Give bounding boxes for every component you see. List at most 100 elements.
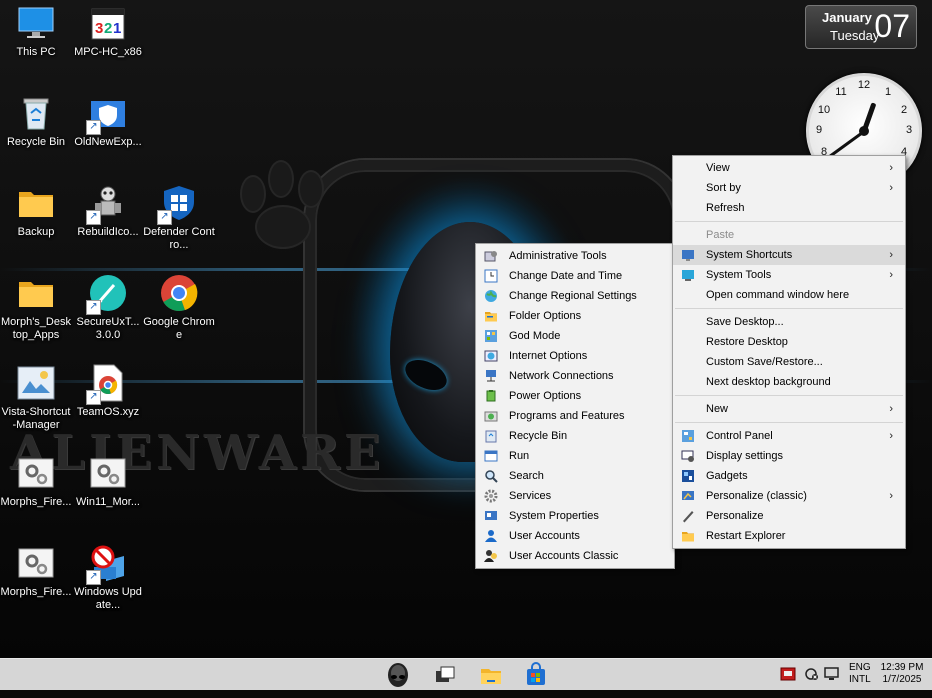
- menu-item-save-desktop[interactable]: Save Desktop...: [673, 312, 905, 332]
- menu-item-control-panel[interactable]: Control Panel ›: [673, 426, 905, 446]
- pen-icon: [681, 509, 695, 523]
- desktop-icon[interactable]: Vista-Shortcut-Manager: [0, 363, 72, 432]
- paw-print: [298, 170, 324, 208]
- menu-item-open-command-window-here[interactable]: Open command window here: [673, 285, 905, 305]
- desktop-icon-label: MPC-HC_x86: [74, 46, 142, 58]
- menu-item-personalize-classic[interactable]: Personalize (classic) ›: [673, 486, 905, 506]
- menu-item-next-desktop-background[interactable]: Next desktop background: [673, 372, 905, 392]
- store-icon[interactable]: [523, 662, 549, 688]
- menu-item-label: User Accounts: [509, 530, 580, 542]
- run-icon: [484, 449, 498, 463]
- menu-item-label: Display settings: [706, 450, 784, 462]
- network-status-icon[interactable]: [804, 667, 820, 698]
- desktop-icon[interactable]: Backup: [0, 183, 72, 239]
- desktop-icon[interactable]: Morph's_Desktop_Apps: [0, 273, 72, 342]
- admin-tools-icon: [484, 249, 498, 263]
- menu-item-label: Personalize: [706, 510, 764, 522]
- system-shortcuts-icon: [681, 248, 695, 262]
- menu-item-services[interactable]: Services: [476, 486, 674, 506]
- desktop-icon[interactable]: Recycle Bin: [0, 93, 72, 149]
- chevron-right-icon: ›: [889, 269, 893, 281]
- desktop-icon-label: Defender Contro...: [143, 226, 215, 251]
- menu-item-label: Search: [509, 470, 544, 482]
- language-code: ENG: [849, 662, 871, 673]
- alien-eye: [400, 353, 452, 397]
- menu-item-label: View: [706, 162, 730, 174]
- menu-item-recycle-bin[interactable]: Recycle Bin: [476, 426, 674, 446]
- menu-item-run[interactable]: Run: [476, 446, 674, 466]
- calendar-gadget[interactable]: January Tuesday 07: [805, 5, 917, 49]
- gear-window-icon: [16, 453, 56, 493]
- clock-numeral: 12: [857, 79, 871, 91]
- system-properties-icon: [484, 509, 498, 523]
- desktop-icon[interactable]: ↗ OldNewExp...: [72, 93, 144, 149]
- clock-numeral: 9: [815, 124, 823, 136]
- desktop-icon-label: Win11_Mor...: [76, 496, 140, 508]
- menu-item-personalize[interactable]: Personalize: [673, 506, 905, 526]
- menu-item-restart-explorer[interactable]: Restart Explorer: [673, 526, 905, 546]
- taskbar-date: 1/7/2025: [882, 674, 922, 685]
- svg-text:3: 3: [95, 20, 103, 37]
- shortcut-arrow-icon: ↗: [86, 570, 101, 585]
- desktop-icon-label: Recycle Bin: [6, 136, 66, 148]
- gadgets-icon: [681, 469, 695, 483]
- desktop-icon[interactable]: ↗ Defender Contro...: [143, 183, 215, 252]
- menu-item-folder-options[interactable]: Folder Options: [476, 306, 674, 326]
- desktop-icon[interactable]: ↗ TeamOS.xyz: [72, 363, 144, 419]
- desktop-icon[interactable]: Morphs_Fire...: [0, 543, 72, 599]
- menu-item-restore-desktop[interactable]: Restore Desktop: [673, 332, 905, 352]
- display-settings-icon: [681, 449, 695, 463]
- menu-item-system-shortcuts[interactable]: System Shortcuts ›: [673, 245, 905, 265]
- chrome-doc-icon: ↗: [86, 363, 128, 405]
- menu-item-label: System Tools: [706, 269, 772, 281]
- desktop-icon[interactable]: Morphs_Fire...: [0, 453, 72, 509]
- menu-item-display-settings[interactable]: Display settings: [673, 446, 905, 466]
- task-view-icon[interactable]: [432, 662, 458, 688]
- menu-item-paste: Paste: [673, 225, 905, 245]
- globe-icon: [484, 289, 498, 303]
- tray-red-icon[interactable]: [780, 667, 796, 698]
- clock-numeral: 11: [835, 86, 847, 98]
- desktop-icon[interactable]: This PC: [0, 3, 72, 59]
- menu-item-god-mode[interactable]: God Mode: [476, 326, 674, 346]
- desktop-icon[interactable]: 3 2 1 MPC-HC_x86: [72, 3, 144, 59]
- menu-item-administrative-tools[interactable]: Administrative Tools: [476, 246, 674, 266]
- system-clock[interactable]: 12:39 PM 1/7/2025: [880, 662, 924, 693]
- desktop-icon-label: Morphs_Fire...: [0, 586, 72, 598]
- menu-item-internet-options[interactable]: Internet Options: [476, 346, 674, 366]
- paw-print: [255, 205, 311, 249]
- menu-item-user-accounts[interactable]: User Accounts: [476, 526, 674, 546]
- desktop-icon-label: TeamOS.xyz: [76, 406, 140, 418]
- menu-item-gadgets[interactable]: Gadgets: [673, 466, 905, 486]
- desktop-icon[interactable]: Google Chrome: [143, 273, 215, 342]
- display-tray-icon[interactable]: [824, 667, 840, 698]
- menu-item-search[interactable]: Search: [476, 466, 674, 486]
- menu-item-view[interactable]: View ›: [673, 158, 905, 178]
- menu-item-new[interactable]: New ›: [673, 399, 905, 419]
- menu-item-system-tools[interactable]: System Tools ›: [673, 265, 905, 285]
- services-icon: [484, 489, 498, 503]
- menu-item-system-properties[interactable]: System Properties: [476, 506, 674, 526]
- input-language-indicator[interactable]: ENG INTL: [849, 662, 871, 693]
- menu-item-network-connections[interactable]: Network Connections: [476, 366, 674, 386]
- menu-item-label: Administrative Tools: [509, 250, 607, 262]
- desktop-icon[interactable]: ↗ Windows Update...: [72, 543, 144, 612]
- menu-item-refresh[interactable]: Refresh: [673, 198, 905, 218]
- desktop-icon[interactable]: ↗ SecureUxT... 3.0.0: [72, 273, 144, 342]
- file-explorer-icon[interactable]: [478, 662, 504, 688]
- menu-item-label: Personalize (classic): [706, 490, 807, 502]
- menu-item-power-options[interactable]: Power Options: [476, 386, 674, 406]
- menu-item-sort-by[interactable]: Sort by ›: [673, 178, 905, 198]
- recycle-bin-icon: [16, 93, 56, 133]
- menu-item-custom-save-restore[interactable]: Custom Save/Restore...: [673, 352, 905, 372]
- folder-icon: [16, 273, 56, 313]
- menu-item-change-date-and-time[interactable]: Change Date and Time: [476, 266, 674, 286]
- menu-item-change-regional-settings[interactable]: Change Regional Settings: [476, 286, 674, 306]
- menu-item-programs-and-features[interactable]: Programs and Features: [476, 406, 674, 426]
- menu-item-label: Restart Explorer: [706, 530, 786, 542]
- desktop-icon[interactable]: ↗ RebuildIco...: [72, 183, 144, 239]
- menu-separator: [675, 422, 903, 423]
- alien-start-icon[interactable]: [385, 662, 411, 688]
- menu-item-user-accounts-classic[interactable]: User Accounts Classic: [476, 546, 674, 566]
- desktop-icon[interactable]: Win11_Mor...: [72, 453, 144, 509]
